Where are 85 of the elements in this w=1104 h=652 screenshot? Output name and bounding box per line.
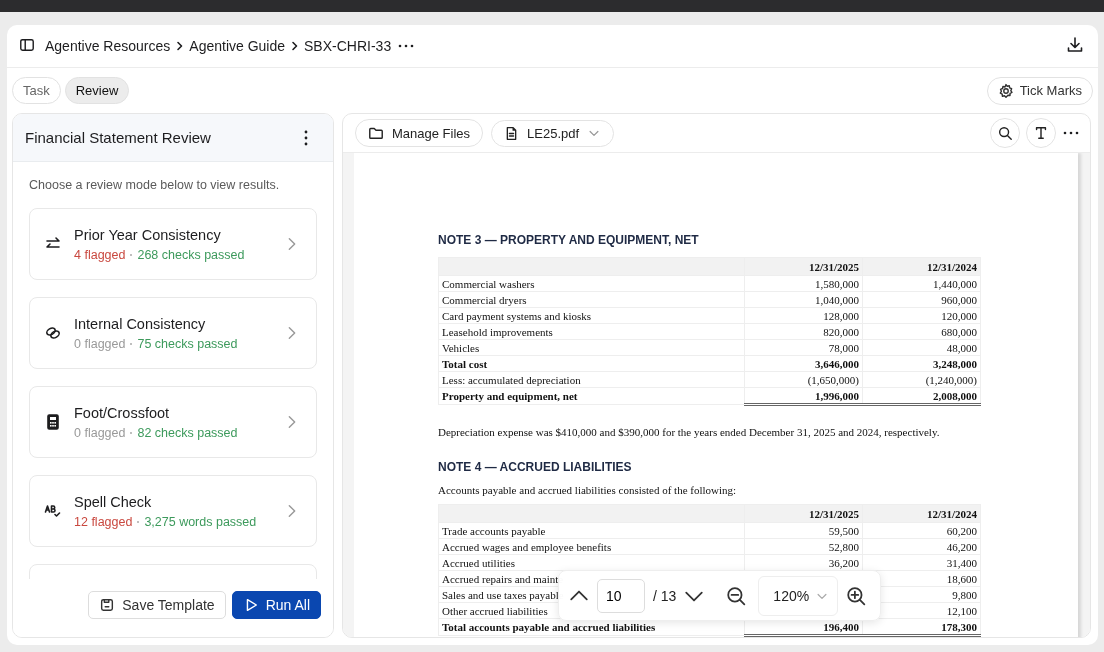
save-template-button[interactable]: Save Template bbox=[88, 591, 226, 619]
sidebar-icon[interactable] bbox=[19, 36, 35, 53]
passed-count: 3,275 words passed bbox=[144, 514, 257, 529]
chevron-right-icon bbox=[176, 41, 184, 51]
amount-cell: 960,000 bbox=[862, 291, 981, 308]
passed-count: 268 checks passed bbox=[137, 247, 245, 262]
review-mode-card[interactable]: Internal Consistency 0 flagged 75 checks passed bbox=[29, 297, 317, 369]
amount-cell: 59,500 bbox=[744, 522, 863, 539]
amount-cell: 3,646,000 bbox=[744, 355, 863, 372]
amount-cell: 1,580,000 bbox=[744, 275, 863, 292]
file-dropdown[interactable]: LE25.pdf bbox=[491, 119, 615, 147]
amount-cell: 78,000 bbox=[744, 339, 863, 356]
panel-title: Financial Statement Review bbox=[25, 129, 211, 146]
row-label: Vehicles bbox=[438, 339, 745, 356]
amount-cell: 1,440,000 bbox=[862, 275, 981, 292]
note-text: Accounts payable and accrued liabilities consisted of the following: bbox=[438, 484, 738, 496]
column-header: 12/31/2024 bbox=[862, 504, 981, 523]
amount-cell: 46,200 bbox=[862, 538, 981, 555]
breadcrumb-link[interactable]: SBX-CHRI-33 bbox=[304, 38, 392, 54]
amount-cell: 680,000 bbox=[862, 323, 981, 340]
row-label: Trade accounts payable bbox=[438, 522, 745, 539]
panel-description: Choose a review mode below to view results. bbox=[29, 178, 280, 192]
amount-cell: 60,200 bbox=[862, 522, 981, 539]
row-label: Card payment systems and kiosks bbox=[438, 307, 745, 324]
amount-cell: 52,800 bbox=[744, 538, 863, 555]
row-label: Commercial washers bbox=[438, 275, 745, 292]
flagged-count: 0 flagged bbox=[74, 425, 126, 440]
amount-cell: 2,008,000 bbox=[862, 387, 981, 405]
run-all-button[interactable]: Run All bbox=[231, 591, 321, 619]
mode-title: Internal Consistency bbox=[74, 315, 207, 332]
page-number-field[interactable]: 10 bbox=[597, 578, 645, 613]
column-header: 12/31/2025 bbox=[744, 504, 863, 523]
zoom-dropdown[interactable]: 120% bbox=[758, 575, 839, 616]
flagged-count: 4 flagged bbox=[74, 247, 126, 262]
mode-title: Prior Year Consistency bbox=[74, 226, 222, 243]
column-header: 12/31/2024 bbox=[862, 257, 981, 276]
row-label: Total cost bbox=[438, 355, 745, 372]
tick-marks-button[interactable]: Tick Marks bbox=[986, 76, 1093, 105]
amount-cell: 820,000 bbox=[744, 323, 863, 340]
search-icon bbox=[997, 125, 1013, 141]
amount-cell: (1,240,000) bbox=[862, 371, 981, 388]
amount-cell: 1,996,000 bbox=[744, 387, 863, 405]
review-mode-card[interactable]: Spell Check 12 flagged 3,275 words passed bbox=[29, 475, 317, 547]
chevron-right-icon bbox=[291, 41, 299, 51]
tab[interactable]: Review bbox=[64, 77, 130, 104]
download-icon[interactable] bbox=[1066, 35, 1084, 54]
amount-cell: 120,000 bbox=[862, 307, 981, 324]
review-mode-card[interactable]: Prior Year Consistency 4 flagged 268 checks passed bbox=[29, 208, 317, 280]
row-label: Property and equipment, net bbox=[438, 387, 745, 405]
note-heading: NOTE 4 — ACCRUED LIABILITIES bbox=[438, 460, 633, 474]
search-button[interactable] bbox=[990, 118, 1020, 148]
passed-count: 82 checks passed bbox=[137, 425, 238, 440]
breadcrumb-link[interactable]: Agentive Resources bbox=[45, 38, 171, 54]
note-heading: NOTE 3 — PROPERTY AND EQUIPMENT, NET bbox=[438, 233, 700, 247]
amount-cell: 3,248,000 bbox=[862, 355, 981, 372]
passed-count: 75 checks passed bbox=[137, 336, 238, 351]
zoom-out-icon[interactable] bbox=[726, 585, 747, 606]
row-label: Less: accumulated depreciation bbox=[438, 371, 745, 388]
spell-check-icon bbox=[44, 502, 62, 520]
amount-cell: (1,650,000) bbox=[744, 371, 863, 388]
gear-icon bbox=[997, 82, 1014, 99]
manage-files-button[interactable]: Manage Files bbox=[355, 119, 484, 147]
column-header: 12/31/2025 bbox=[744, 257, 863, 276]
text-tool-button[interactable] bbox=[1026, 118, 1056, 148]
folder-icon bbox=[368, 125, 384, 141]
row-label: Leasehold improvements bbox=[438, 323, 745, 340]
mode-title: Foot/Crossfoot bbox=[74, 404, 171, 421]
link-icon bbox=[44, 324, 62, 342]
mode-title: Spell Check bbox=[74, 493, 153, 510]
breadcrumb-link[interactable]: Agentive Guide bbox=[189, 38, 286, 54]
calculator-icon bbox=[44, 413, 62, 431]
note-text: Depreciation expense was $410,000 and $390,000 for the years ended December 31, 2025 and 2024, respectively. bbox=[438, 426, 941, 438]
flagged-count: 12 flagged bbox=[74, 514, 133, 529]
tab[interactable]: Task bbox=[12, 77, 61, 104]
save-icon bbox=[99, 597, 116, 613]
amount-cell: 128,000 bbox=[744, 307, 863, 324]
zoom-in-icon[interactable] bbox=[846, 585, 867, 606]
flagged-count: 0 flagged bbox=[74, 336, 126, 351]
row-label: Accrued wages and employee benefits bbox=[438, 538, 745, 555]
row-label: Commercial dryers bbox=[438, 291, 745, 308]
page-total: / 13 bbox=[653, 587, 677, 604]
text-icon bbox=[1033, 125, 1049, 141]
review-mode-card[interactable]: Foot/Crossfoot 0 flagged 82 checks passed bbox=[29, 386, 317, 458]
amount-cell: 48,000 bbox=[862, 339, 981, 356]
amount-cell: 1,040,000 bbox=[744, 291, 863, 308]
